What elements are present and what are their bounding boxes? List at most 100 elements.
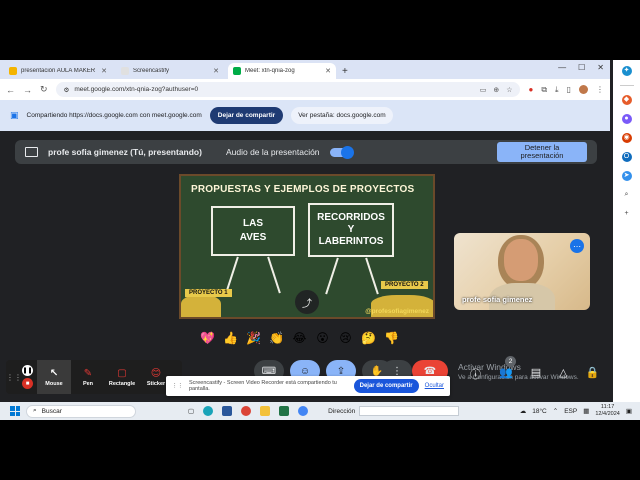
stop-presenting-button[interactable]: Detener la presentación xyxy=(497,142,587,162)
address-toolbar: Dirección xyxy=(328,406,460,416)
direccion-input[interactable] xyxy=(359,406,460,416)
mouse-tool[interactable]: ↖ Mouse xyxy=(37,360,71,394)
telegram-icon[interactable]: ➤ xyxy=(621,171,632,181)
rectangle-tool[interactable]: ▢ Rectangle xyxy=(105,360,139,394)
close-tab-icon[interactable]: ✕ xyxy=(325,67,331,75)
recording-controls: ❚❚ ■ xyxy=(22,365,33,389)
board-recorridos-line2: Y xyxy=(347,224,355,235)
chat-icon[interactable]: ▤ xyxy=(531,366,541,382)
tool-label: Pen xyxy=(82,380,94,387)
cast-icon: ▣ xyxy=(10,110,19,120)
excel-icon[interactable] xyxy=(279,406,290,416)
outlook-icon[interactable]: O xyxy=(621,152,632,162)
file-explorer-icon[interactable] xyxy=(260,406,271,416)
stop-sharing-screen-button[interactable]: Dejar de compartir xyxy=(353,379,419,393)
bookmark-star-icon[interactable]: ☆ xyxy=(506,86,512,94)
search-icon: ⌕ xyxy=(33,407,37,414)
heart-reaction-icon[interactable]: 💖 xyxy=(199,330,216,347)
windows-start-icon[interactable] xyxy=(10,406,20,416)
hide-notification-link[interactable]: Ocultar xyxy=(425,383,444,389)
stop-recording-icon[interactable]: ■ xyxy=(22,378,33,389)
clap-reaction-icon[interactable]: 👏 xyxy=(268,330,285,347)
thumbs-up-reaction-icon[interactable]: 👍 xyxy=(222,330,239,347)
screencastify-ext-icon[interactable]: ● xyxy=(528,85,533,94)
edge-icon[interactable] xyxy=(203,406,214,416)
address-bar[interactable]: ⚙ meet.google.com/xtn-qnia-zog?authuser=… xyxy=(55,82,521,97)
share-icon[interactable]: ⤴ xyxy=(295,290,319,314)
pause-icon[interactable]: ❚❚ xyxy=(22,365,33,376)
party-reaction-icon[interactable]: 🎉 xyxy=(245,330,262,347)
drag-handle-icon[interactable]: ⋮⋮ xyxy=(6,373,22,382)
back-icon[interactable]: ← xyxy=(6,85,15,95)
time: 11:17 xyxy=(600,404,615,410)
tool-label: Sticker xyxy=(146,380,166,387)
chrome-active-icon[interactable] xyxy=(298,406,309,416)
tab-presentacion[interactable]: presentación AULA MAKER ✕ xyxy=(4,63,112,79)
profile-avatar[interactable] xyxy=(579,85,588,94)
pen-tool[interactable]: ✎ Pen xyxy=(71,360,105,394)
project2-label: PROYECTO 2 xyxy=(381,281,428,289)
search-label: Buscar xyxy=(41,407,62,415)
easel-leg xyxy=(325,257,339,295)
clock[interactable]: 11:17 12/4/2024 xyxy=(595,404,619,418)
divider xyxy=(619,85,634,86)
site-info-icon[interactable]: ⚙ xyxy=(64,86,70,94)
minimize-icon[interactable]: — xyxy=(558,63,566,72)
surprise-reaction-icon[interactable]: 😮 xyxy=(314,330,331,347)
thinking-reaction-icon[interactable]: 🤔 xyxy=(360,330,377,347)
view-tab-button[interactable]: Ver pestaña: docs.google.com xyxy=(291,107,393,124)
shopping-icon[interactable]: ◆ xyxy=(621,95,632,105)
sad-reaction-icon[interactable]: 😢 xyxy=(337,330,354,347)
taskbar-apps: ▢ xyxy=(188,406,309,416)
activities-icon[interactable]: △ xyxy=(559,366,567,382)
forward-icon[interactable]: → xyxy=(23,85,32,95)
people-icon[interactable]: 👥 xyxy=(499,366,513,382)
reload-icon[interactable]: ↻ xyxy=(40,84,48,95)
chrome-icon[interactable] xyxy=(241,406,252,416)
easel-leg xyxy=(225,256,239,294)
easel-leg xyxy=(365,257,379,295)
close-tab-icon[interactable]: ✕ xyxy=(101,67,107,75)
task-view-icon[interactable]: ▢ xyxy=(188,407,194,415)
menu-icon[interactable]: ⋮ xyxy=(596,85,604,94)
add-icon[interactable]: + xyxy=(622,209,632,219)
notification-icon[interactable]: ▣ xyxy=(626,407,632,415)
thumbs-down-reaction-icon[interactable]: 👎 xyxy=(383,330,400,347)
tab-screencastify[interactable]: Screencastify ✕ xyxy=(116,63,224,79)
meet-favicon-icon xyxy=(233,67,241,75)
lock-icon[interactable]: 🔒 xyxy=(586,366,600,382)
participant-tile[interactable]: ⋯ profe sofia gimenez xyxy=(454,233,590,310)
close-tab-icon[interactable]: ✕ xyxy=(213,67,219,75)
slides-favicon-icon xyxy=(9,67,17,75)
new-tab-button[interactable]: + xyxy=(342,66,348,77)
tab-meet[interactable]: Meet: xtn-qnia-zog ✕ xyxy=(228,63,336,79)
person-icon[interactable]: ● xyxy=(621,114,632,124)
network-icon[interactable]: ▦ xyxy=(583,407,589,415)
url-text: meet.google.com/xtn-qnia-zog?authuser=0 xyxy=(74,86,199,93)
taskbar-search[interactable]: ⌕ Buscar xyxy=(26,404,136,418)
audio-toggle[interactable] xyxy=(329,145,354,159)
extensions-icon[interactable]: ⧉ xyxy=(541,85,547,95)
office-icon[interactable]: ◉ xyxy=(621,133,632,143)
search-icon[interactable]: ⌕ xyxy=(622,190,632,200)
zoom-icon[interactable]: ⊕ xyxy=(493,86,499,94)
board-recorridos: RECORRIDOS Y LABERINTOS xyxy=(308,203,394,257)
more-options-icon[interactable]: ⋯ xyxy=(570,239,584,253)
word-icon[interactable] xyxy=(222,406,233,416)
laugh-reaction-icon[interactable]: 😂 xyxy=(291,330,308,347)
close-window-icon[interactable]: ✕ xyxy=(597,63,604,72)
camera-icon[interactable]: ▭ xyxy=(480,86,487,94)
stop-sharing-button[interactable]: Dejar de compartir xyxy=(209,107,284,124)
copilot-icon[interactable]: ✦ xyxy=(621,66,632,76)
maximize-icon[interactable]: ☐ xyxy=(578,63,585,72)
tool-label: Rectangle xyxy=(108,380,136,387)
language-label[interactable]: ESP xyxy=(564,408,577,415)
weather-temp: 18°C xyxy=(532,407,547,415)
screen: presentación AULA MAKER ✕ Screencastify … xyxy=(0,60,640,420)
side-panel-icon[interactable]: ▯ xyxy=(567,85,571,94)
download-icon[interactable]: ⤓ xyxy=(555,85,559,95)
tray-chevron-icon[interactable]: ⌃ xyxy=(553,407,558,415)
slide-title: PROPUESTAS Y EJEMPLOS DE PROYECTOS xyxy=(191,184,415,195)
presentation-bar: profe sofia gimenez (Tú, presentando) Au… xyxy=(15,140,597,164)
info-icon[interactable]: ⓘ xyxy=(470,366,481,382)
